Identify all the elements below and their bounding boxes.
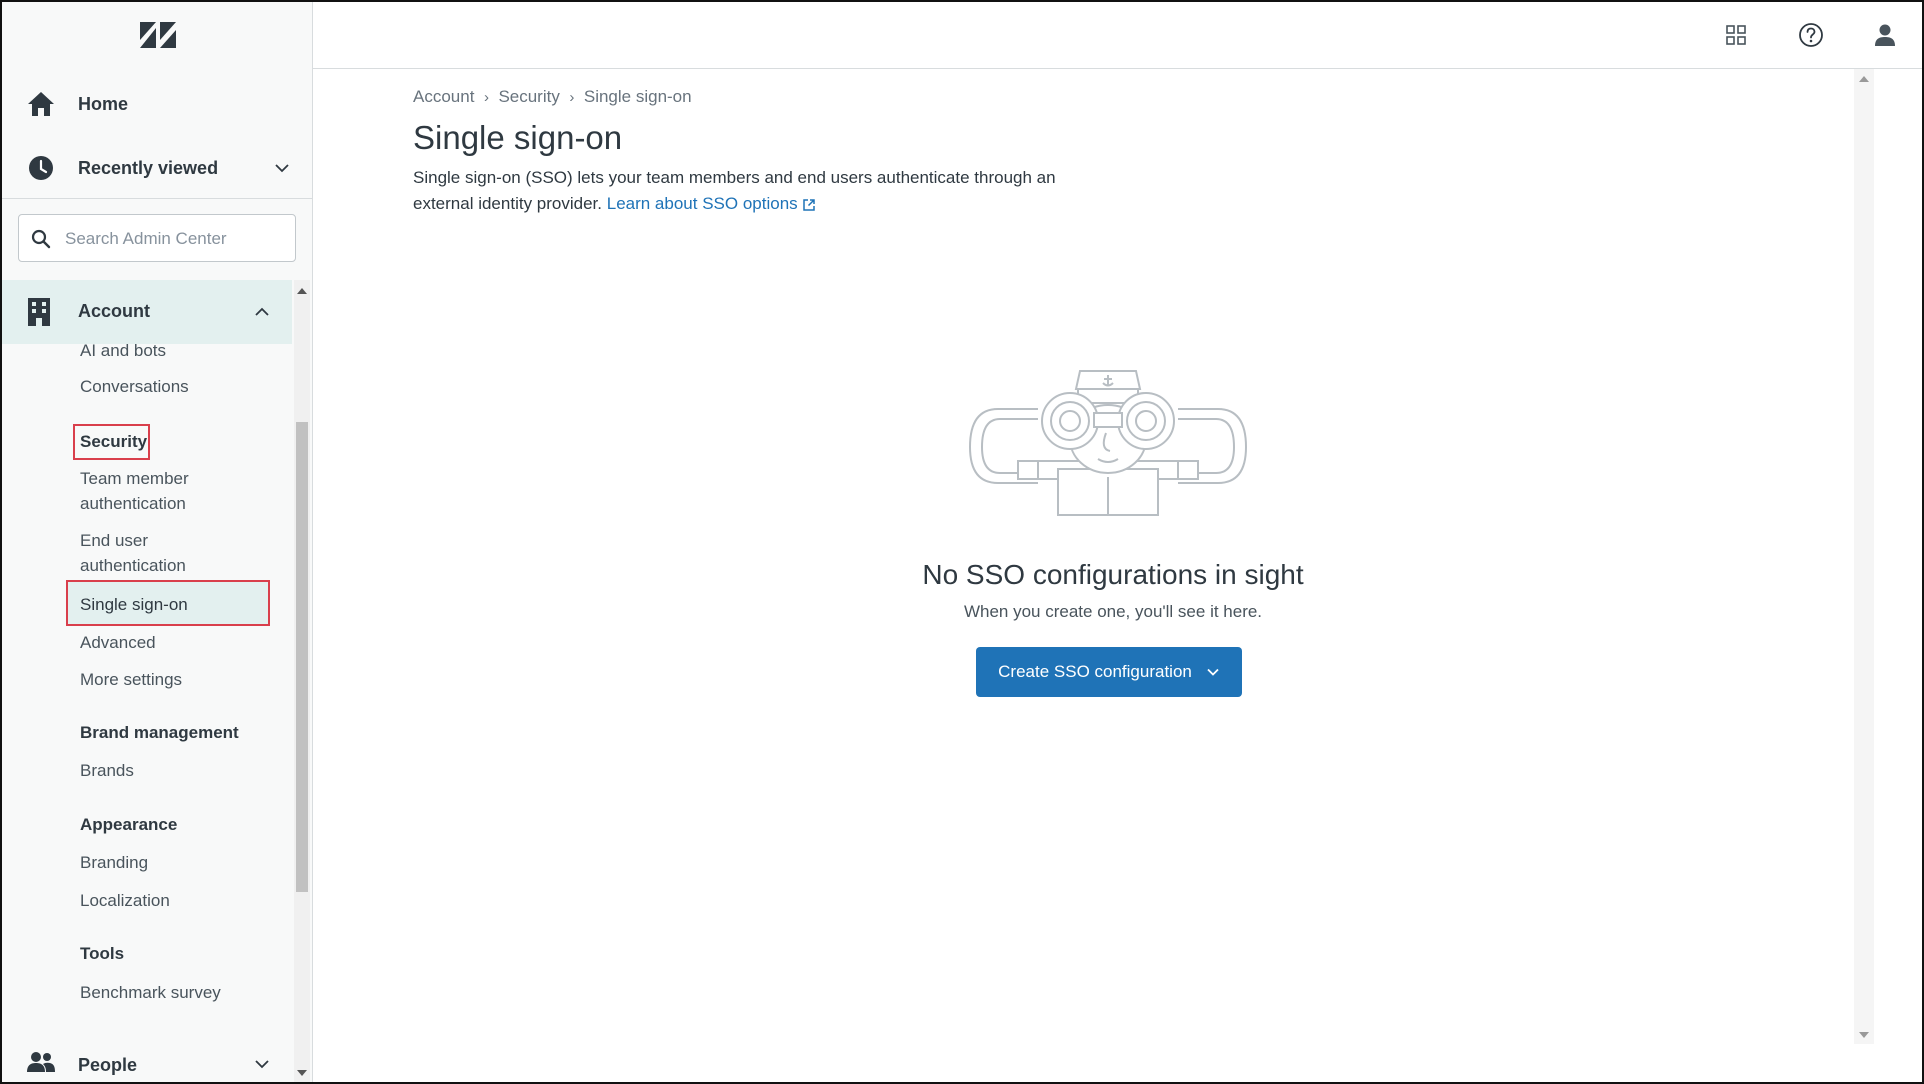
sidebar-heading-brand-management: Brand management <box>80 723 239 742</box>
breadcrumb-single-sign-on: Single sign-on <box>583 87 692 106</box>
chevron-down-icon <box>1207 668 1219 676</box>
clock-icon <box>26 153 56 183</box>
end-user-auth-line2: authentication <box>80 556 186 575</box>
main-content: Account › Security › Single sign-on Sing… <box>313 69 1873 1082</box>
zendesk-logo-icon[interactable] <box>140 20 176 50</box>
breadcrumb-account[interactable]: Account <box>413 87 474 107</box>
top-bar <box>313 2 1922 69</box>
sidebar-scrollbar-thumb[interactable] <box>296 422 308 892</box>
sidebar-item-conversations[interactable]: Conversations <box>80 374 189 399</box>
team-member-auth-line1: Team member <box>80 469 189 488</box>
sidebar-item-benchmark-survey[interactable]: Benchmark survey <box>80 980 221 1005</box>
sidebar-divider <box>2 198 312 199</box>
nav-recently-viewed[interactable]: Recently viewed <box>2 136 312 200</box>
sidebar-scroll-area: Account AI and bots Conversations Securi… <box>2 280 292 1082</box>
nav-recently-viewed-label: Recently viewed <box>78 157 219 178</box>
sidebar-item-advanced[interactable]: Advanced <box>80 630 156 655</box>
nav-account-label: Account <box>78 301 150 321</box>
sidebar-item-branding[interactable]: Branding <box>80 850 148 875</box>
nav-account[interactable]: Account <box>2 280 292 344</box>
learn-link-label: Learn about SSO options <box>606 194 798 213</box>
sidebar-item-more-settings[interactable]: More settings <box>80 667 182 692</box>
main-scroll-down-arrow-icon[interactable] <box>1859 1032 1869 1038</box>
nav-home[interactable]: Home <box>2 72 312 136</box>
sidebar-heading-tools: Tools <box>80 944 125 963</box>
app-window: Home Recently viewed Account <box>0 0 1924 1084</box>
scroll-up-arrow-icon[interactable] <box>297 288 307 294</box>
binoculars-illustration-icon <box>968 370 1248 516</box>
chevron-down-icon[interactable] <box>254 1056 270 1072</box>
create-sso-configuration-button[interactable]: Create SSO configuration <box>976 647 1242 697</box>
search-box[interactable] <box>18 214 296 263</box>
page-title: Single sign-on <box>413 119 623 156</box>
nav-home-label: Home <box>78 93 129 114</box>
empty-state-title: No SSO configurations in sight <box>922 559 1304 590</box>
create-button-label: Create SSO configuration <box>998 662 1192 681</box>
page-description: Single sign-on (SSO) lets your team memb… <box>413 165 1093 217</box>
sidebar-item-single-sign-on-label: Single sign-on <box>80 595 188 614</box>
sidebar-item-brands[interactable]: Brands <box>80 758 134 783</box>
empty-state-subtitle: When you create one, you'll see it here. <box>963 602 1263 621</box>
sidebar: Home Recently viewed Account <box>2 2 313 1082</box>
external-link-icon <box>802 198 815 211</box>
search-icon <box>31 229 51 249</box>
sidebar-item-end-user-auth[interactable]: End user authentication <box>80 528 186 578</box>
chevron-right-icon: › <box>483 88 489 106</box>
scroll-down-arrow-icon[interactable] <box>297 1070 307 1076</box>
people-icon <box>26 1050 56 1079</box>
sidebar-item-team-member-auth[interactable]: Team member authentication <box>80 466 189 516</box>
breadcrumb-security[interactable]: Security <box>498 87 559 107</box>
help-icon[interactable] <box>1798 22 1824 48</box>
building-icon <box>26 297 52 332</box>
nav-people[interactable]: People <box>2 1042 292 1082</box>
chevron-right-icon: › <box>569 88 575 106</box>
user-avatar-icon[interactable] <box>1872 22 1898 48</box>
chevron-up-icon[interactable] <box>254 304 270 320</box>
team-member-auth-line2: authentication <box>80 494 186 513</box>
home-icon <box>26 89 56 119</box>
learn-about-sso-link[interactable]: Learn about SSO options <box>607 194 816 213</box>
breadcrumb: Account › Security › Single sign-on <box>413 87 692 107</box>
sidebar-heading-appearance: Appearance <box>80 815 178 834</box>
search-input[interactable] <box>63 215 287 263</box>
end-user-auth-line1: End user <box>80 531 149 550</box>
apps-grid-icon[interactable] <box>1723 22 1749 48</box>
sidebar-heading-security: Security <box>80 432 148 451</box>
main-scroll-up-arrow-icon[interactable] <box>1859 76 1869 82</box>
nav-people-label: People <box>78 1055 138 1075</box>
main-scrollbar[interactable] <box>1854 69 1874 1044</box>
chevron-down-icon[interactable] <box>274 160 290 176</box>
sidebar-item-localization[interactable]: Localization <box>80 888 170 913</box>
